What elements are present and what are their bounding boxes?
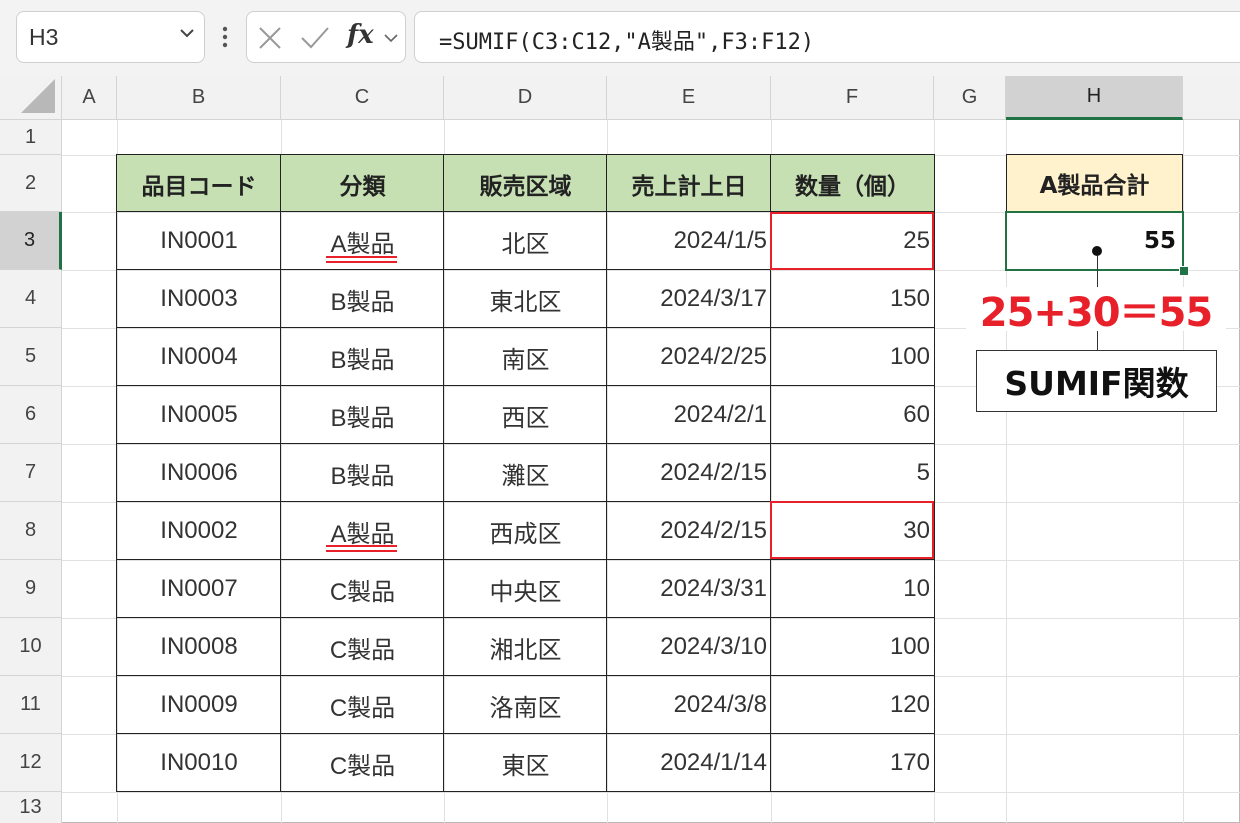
- underline-c3-bottom: [326, 261, 397, 263]
- row-header-4[interactable]: 4: [0, 270, 62, 328]
- table-row-divider: [117, 443, 934, 444]
- annotation-dot: [1092, 246, 1102, 256]
- column-header-a[interactable]: A: [62, 76, 117, 120]
- table-row-divider: [117, 617, 934, 618]
- summary-value: 55: [1143, 228, 1176, 254]
- row-header-2[interactable]: 2: [0, 155, 62, 212]
- row-header-8[interactable]: 8: [0, 502, 62, 560]
- row-header-6[interactable]: 6: [0, 386, 62, 444]
- chevron-down-icon[interactable]: [178, 24, 196, 42]
- row-header-9[interactable]: 9: [0, 560, 62, 618]
- cancel-icon[interactable]: [257, 25, 283, 51]
- calculation-annotation: 25+30＝55: [966, 287, 1226, 336]
- underline-c3-top: [326, 256, 397, 258]
- table-row-divider: [117, 385, 934, 386]
- selected-cell-h3[interactable]: 55: [1005, 211, 1184, 271]
- highlight-f3: [770, 212, 934, 270]
- expand-chevron-icon[interactable]: [383, 32, 399, 44]
- row-header-10[interactable]: 10: [0, 618, 62, 676]
- enter-check-icon[interactable]: [300, 25, 330, 51]
- column-header-e[interactable]: E: [607, 76, 771, 120]
- underline-c8-top: [326, 545, 397, 547]
- highlight-f8: [770, 501, 934, 559]
- table-row-divider: [117, 733, 934, 734]
- insert-function-icon[interactable]: fx: [347, 20, 374, 50]
- row-header-11[interactable]: 11: [0, 676, 62, 734]
- summary-header[interactable]: A製品合計: [1006, 154, 1183, 212]
- formula-bar: H3 fx =SUMIF(C3:C12,"A製品",F3:F12): [0, 0, 1240, 76]
- row-header-7[interactable]: 7: [0, 444, 62, 502]
- row-header-12[interactable]: 12: [0, 734, 62, 792]
- row-header-5[interactable]: 5: [0, 328, 62, 386]
- select-all-corner[interactable]: [0, 76, 62, 120]
- table-row-divider: [117, 327, 934, 328]
- underline-c8-bottom: [326, 550, 397, 552]
- column-header-c[interactable]: C: [281, 76, 444, 120]
- formula-text: =SUMIF(C3:C12,"A製品",F3:F12): [439, 30, 815, 55]
- column-header-blank[interactable]: [1183, 76, 1240, 120]
- formula-controls: fx: [246, 11, 406, 63]
- table-row-divider: [117, 559, 934, 560]
- column-header-b[interactable]: B: [117, 76, 281, 120]
- column-header-h[interactable]: H: [1006, 76, 1183, 120]
- row-header-13[interactable]: 13: [0, 792, 62, 823]
- column-header-f[interactable]: F: [771, 76, 934, 120]
- row-header-1[interactable]: 1: [0, 120, 62, 155]
- column-header-g[interactable]: G: [934, 76, 1006, 120]
- name-box-value: H3: [29, 24, 59, 50]
- row-header-3[interactable]: 3: [0, 212, 62, 270]
- table-row-divider: [117, 675, 934, 676]
- table-col-divider: [443, 155, 444, 792]
- table-col-divider: [606, 155, 607, 792]
- formula-input[interactable]: =SUMIF(C3:C12,"A製品",F3:F12): [414, 11, 1240, 63]
- table-col-divider: [280, 155, 281, 792]
- function-label: SUMIF関数: [976, 350, 1217, 412]
- more-options-icon[interactable]: [222, 26, 228, 48]
- column-header-d[interactable]: D: [444, 76, 607, 120]
- fill-handle[interactable]: [1179, 266, 1189, 276]
- name-box[interactable]: H3: [16, 11, 205, 63]
